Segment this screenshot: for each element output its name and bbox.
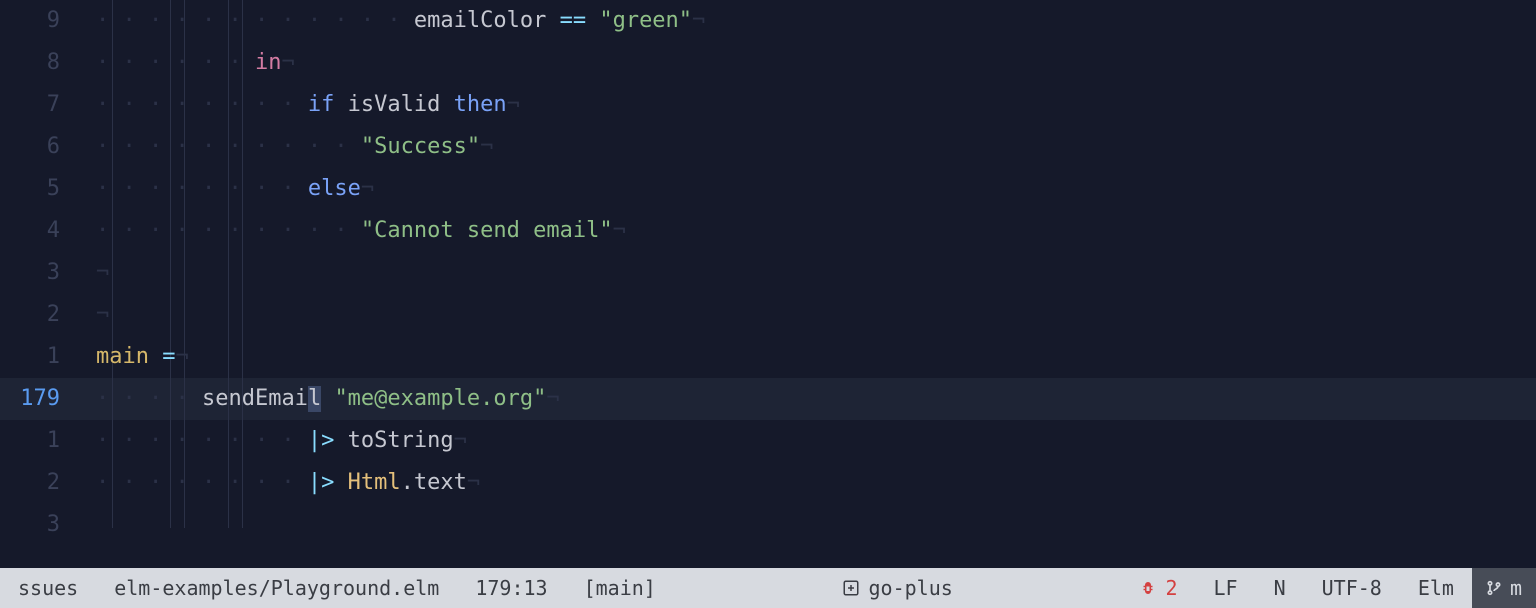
token-type: Html (348, 472, 401, 494)
plus-square-icon (842, 579, 860, 597)
line-number: 3 (0, 514, 96, 536)
eol-marker: ¬ (692, 10, 705, 32)
status-vim-mode[interactable]: N (1256, 568, 1304, 608)
status-git-right[interactable]: m (1472, 568, 1536, 608)
token-keyword: else (308, 178, 361, 200)
status-go-plus[interactable]: go-plus (824, 568, 970, 608)
token-keyword: then (454, 94, 507, 116)
line-number: 7 (0, 94, 96, 116)
eol-marker: ¬ (96, 304, 109, 326)
status-line-ending[interactable]: LF (1195, 568, 1255, 608)
token-keyword: in (255, 52, 282, 74)
eol-marker: ¬ (507, 94, 520, 116)
status-bug-count: 2 (1165, 578, 1177, 598)
status-language-text: Elm (1418, 578, 1454, 598)
line-number: 2 (0, 472, 96, 494)
token-definition: main (96, 346, 149, 368)
code-line-current[interactable]: 179 · · · · sendEmail "me@example.org"¬ (0, 378, 1536, 420)
token-operator: = (149, 346, 176, 368)
eol-marker: ¬ (96, 262, 109, 284)
status-line-ending-text: LF (1213, 578, 1237, 598)
status-encoding-text: UTF-8 (1322, 578, 1382, 598)
token-string: "green" (599, 10, 692, 32)
code-editor[interactable]: 9 · · · · · · · · · · · · emailColor == … (0, 0, 1536, 568)
code-line[interactable]: 9 · · · · · · · · · · · · emailColor == … (0, 0, 1536, 42)
status-mode-text: N (1274, 578, 1286, 598)
status-issues[interactable]: ssues (0, 568, 96, 608)
code-line[interactable]: 8 · · · · · · in¬ (0, 42, 1536, 84)
token-string: "Cannot send email" (361, 220, 613, 242)
token-string: "me@example.org" (334, 388, 546, 410)
token-string: "Success" (361, 136, 480, 158)
status-language[interactable]: Elm (1400, 568, 1472, 608)
status-git-branch[interactable]: [main] (566, 568, 674, 608)
code-line[interactable]: 2 · · · · · · · · |> Html.text¬ (0, 462, 1536, 504)
token-identifier: emailColor (414, 10, 546, 32)
eol-marker: ¬ (361, 178, 374, 200)
code-line[interactable]: 1 main =¬ (0, 336, 1536, 378)
code-line[interactable]: 6 · · · · · · · · · · "Success"¬ (0, 126, 1536, 168)
code-line[interactable]: 1 · · · · · · · · |> toString¬ (0, 420, 1536, 462)
line-number: 4 (0, 220, 96, 242)
line-number: 2 (0, 304, 96, 326)
status-git-right-text: m (1510, 578, 1522, 598)
eol-marker: ¬ (281, 52, 294, 74)
eol-marker: ¬ (480, 136, 493, 158)
code-line[interactable]: 4 · · · · · · · · · · "Cannot send email… (0, 210, 1536, 252)
line-number: 8 (0, 52, 96, 74)
line-number: 1 (0, 346, 96, 368)
git-branch-icon (1486, 578, 1502, 598)
token-identifier: sendEmai (202, 388, 308, 410)
status-cursor-text: 179:13 (475, 578, 547, 598)
token-identifier: text (414, 472, 467, 494)
status-bar: ssues elm-examples/Playground.elm 179:13… (0, 568, 1536, 608)
eol-marker: ¬ (454, 430, 467, 452)
token-identifier: isValid (334, 94, 453, 116)
code-line[interactable]: 5 · · · · · · · · else¬ (0, 168, 1536, 210)
line-number: 6 (0, 136, 96, 158)
token-operator: |> (308, 472, 335, 494)
bug-icon (1139, 579, 1157, 597)
cursor-selection: l (308, 386, 321, 412)
code-line[interactable]: 7 · · · · · · · · if isValid then¬ (0, 84, 1536, 126)
token-identifier: toString (348, 430, 454, 452)
token-keyword: if (308, 94, 335, 116)
status-filepath[interactable]: elm-examples/Playground.elm (96, 568, 457, 608)
eol-marker: ¬ (546, 388, 559, 410)
status-goplus-text: go-plus (868, 578, 952, 598)
code-line[interactable]: 2 ¬ (0, 294, 1536, 336)
eol-marker: ¬ (467, 472, 480, 494)
status-cursor-position[interactable]: 179:13 (457, 568, 565, 608)
status-branch-text: [main] (584, 578, 656, 598)
line-number: 9 (0, 10, 96, 32)
status-encoding[interactable]: UTF-8 (1304, 568, 1400, 608)
code-line[interactable]: 3 ¬ (0, 252, 1536, 294)
status-filepath-text: elm-examples/Playground.elm (114, 578, 439, 598)
token-operator: == (546, 10, 599, 32)
status-issues-label: ssues (18, 578, 78, 598)
line-number: 1 (0, 430, 96, 452)
eol-marker: ¬ (613, 220, 626, 242)
line-number: 5 (0, 178, 96, 200)
token-operator: |> (308, 430, 335, 452)
code-line[interactable]: 3 (0, 504, 1536, 546)
eol-marker: ¬ (175, 346, 188, 368)
line-number: 3 (0, 262, 96, 284)
line-number-active: 179 (0, 388, 96, 410)
status-diagnostics[interactable]: 2 (1121, 568, 1195, 608)
